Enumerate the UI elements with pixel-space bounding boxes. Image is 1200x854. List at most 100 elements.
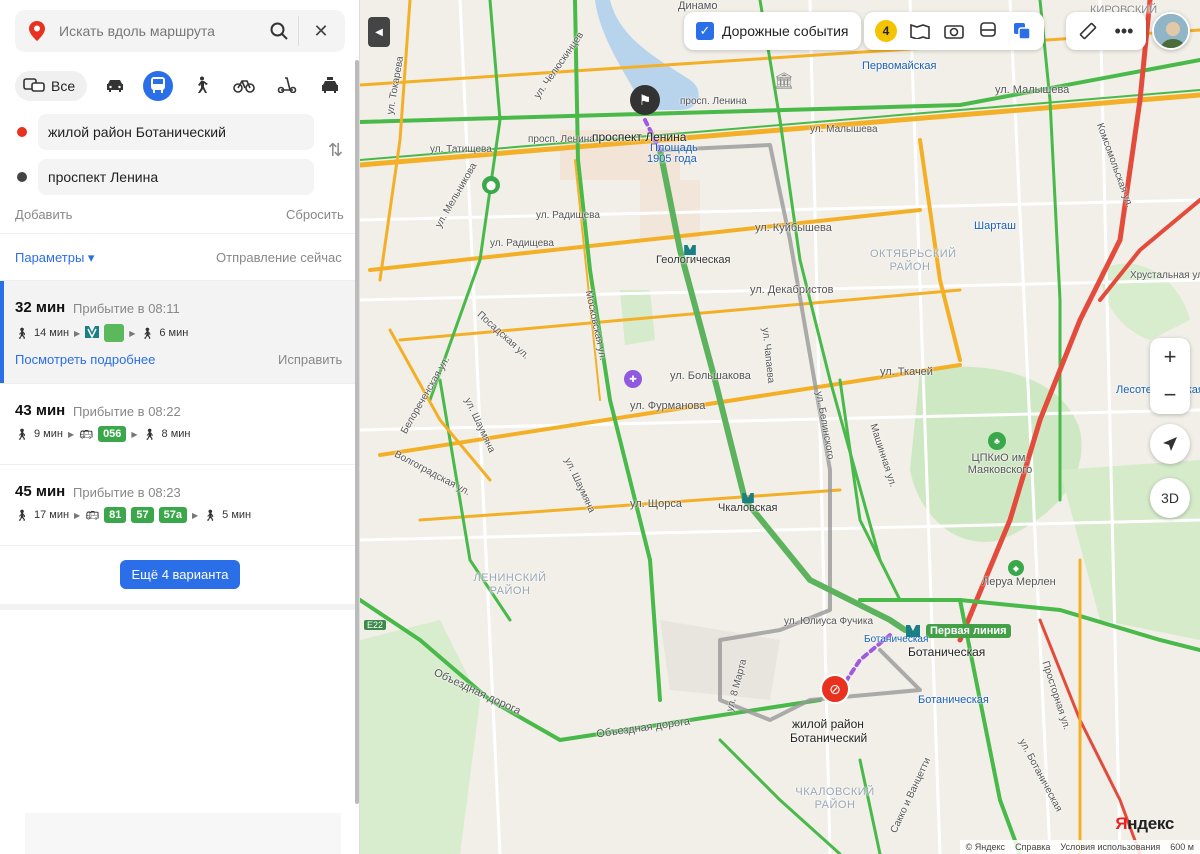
walk-icon: 🚶︎ — [15, 327, 29, 340]
route-option-2[interactable]: 43 мин Прибытие в 08:22 🚶︎ 9 мин ▶ 🚌︎ 05… — [0, 384, 356, 464]
park-poi-icon[interactable]: ⬤ — [482, 176, 500, 194]
bus-icon: 🚌︎ — [79, 428, 94, 441]
layers-icon[interactable] — [1006, 15, 1038, 47]
mode-transit[interactable] — [143, 71, 174, 101]
metro-station-icon[interactable] — [906, 624, 920, 642]
shop-poi-icon[interactable]: ◆ — [1008, 560, 1024, 576]
walk-icon: 🚶︎ — [140, 327, 155, 340]
mode-taxi[interactable] — [315, 71, 345, 101]
walk-icon: 🚶︎ — [203, 509, 218, 522]
copyright-text[interactable]: © Яндекс — [966, 842, 1005, 852]
origin-dot — [17, 127, 27, 137]
map-label-malysheva: ул. Малышева — [995, 84, 1070, 96]
add-point-link[interactable]: Добавить — [15, 207, 72, 222]
location-pin-icon — [15, 21, 59, 41]
destination-pin-icon[interactable]: ⊘ — [820, 674, 850, 704]
navigation-arrow-icon — [1163, 437, 1177, 451]
walk-duration: 6 мин — [159, 327, 189, 339]
pedestrian-icon — [194, 76, 209, 97]
traffic-events-toggle[interactable]: ✓ Дорожные события — [684, 12, 861, 50]
more-icon[interactable]: ••• — [1108, 15, 1140, 47]
walk-duration: 17 мин — [33, 509, 70, 521]
mode-bicycle[interactable] — [229, 71, 259, 101]
metro-line-badge — [104, 324, 125, 342]
taxi-icon — [320, 76, 340, 96]
departure-time[interactable]: Отправление сейчас — [216, 250, 342, 265]
map-label-leroy: Леруа Мерлен — [982, 576, 1056, 588]
walk-duration: 9 мин — [33, 428, 63, 440]
yandex-logo-rest: ндекс — [1127, 814, 1174, 833]
route-fix-link[interactable]: Исправить — [278, 352, 342, 367]
panel-scrollbar[interactable] — [355, 60, 359, 804]
mode-scooter[interactable] — [272, 71, 302, 101]
multimodal-icon — [23, 77, 45, 96]
map-label-kuybysheva: ул. Куйбышева — [755, 222, 832, 234]
map-label-shchorsa: ул. Щорса — [630, 498, 682, 510]
route-arrival: Прибытие в 08:11 — [73, 301, 180, 316]
bus-number-badge: 056 — [98, 426, 127, 442]
route-arrival: Прибытие в 08:22 — [73, 404, 181, 419]
yandex-logo-first-letter: Я — [1115, 814, 1128, 833]
mode-walk[interactable] — [186, 71, 216, 101]
traffic-events-label: Дорожные события — [722, 23, 849, 39]
zoom-in-button[interactable]: + — [1150, 338, 1190, 376]
route-segments: 🚶︎ 17 мин ▶ 🚌︎ 81 57 57а ▶ 🚶︎ 5 мин — [15, 507, 251, 523]
bicycle-icon — [233, 77, 255, 96]
map-label-botanicheskaya-small: Ботаническая — [918, 694, 989, 706]
tree-poi-icon[interactable]: ♣ — [988, 432, 1006, 450]
checkbox-checked-icon[interactable]: ✓ — [696, 22, 714, 40]
sport-poi-icon[interactable]: ✚ — [624, 370, 642, 388]
route-from-field[interactable]: жилой район Ботанический — [38, 114, 314, 150]
route-duration: 43 мин — [15, 402, 66, 419]
walk-icon: 🚶︎ — [15, 509, 29, 522]
map-label-destination-line2: Ботанический — [790, 731, 868, 745]
route-search-box: ✕ — [15, 10, 345, 52]
mode-car[interactable] — [100, 71, 130, 101]
panel-footer — [25, 813, 341, 854]
map-label-lenina-2: просп. Ленина — [528, 134, 595, 145]
more-routes-button[interactable]: Ещё 4 варианта — [120, 560, 240, 589]
user-avatar[interactable] — [1152, 12, 1190, 50]
map-label-dekabristov: ул. Декабристов — [750, 284, 834, 296]
close-icon[interactable]: ✕ — [299, 21, 343, 42]
route-option-1[interactable]: 32 мин Прибытие в 08:11 🚶︎ 14 мин ▶ ▶ 🚶︎… — [0, 281, 356, 383]
map-label-tatishcheva: ул. Татищева — [430, 144, 492, 155]
origin-flag-icon[interactable]: ⚑ — [630, 85, 660, 115]
bus-icon: 🚌︎ — [85, 509, 100, 522]
yandex-logo[interactable]: Яндекс — [1115, 814, 1174, 834]
map-label-chkalovsky: ЧКАЛОВСКИЙ РАЙОН — [795, 786, 875, 811]
route-search-input[interactable] — [59, 23, 259, 39]
camera-icon[interactable] — [938, 15, 970, 47]
panorama-icon[interactable] — [904, 15, 936, 47]
landmark-poi-icon[interactable]: 🏛︎ — [772, 70, 796, 92]
map-canvas[interactable]: Динамо КИРОВСКИЙ Первомайская ул. Малыше… — [360, 0, 1200, 854]
parameters-link[interactable]: Параметры ▾ — [15, 250, 94, 266]
metro-station-icon[interactable] — [684, 242, 696, 260]
map-label-malysheva-2: ул. Малышева — [810, 124, 878, 135]
zoom-out-button[interactable]: − — [1150, 376, 1190, 414]
swap-points-icon[interactable]: ⇅ — [328, 140, 343, 161]
route-to-field[interactable]: проспект Ленина — [38, 159, 314, 195]
terms-link[interactable]: Условия использования — [1060, 842, 1160, 852]
traffic-score-icon[interactable]: 4 — [870, 15, 902, 47]
map-label-lenina: просп. Ленина — [680, 96, 747, 107]
map-label-tkachey: ул. Ткачей — [880, 366, 933, 378]
search-icon[interactable] — [259, 16, 299, 46]
metro-station-icon[interactable] — [742, 490, 754, 508]
route-details-link[interactable]: Посмотреть подробнее — [15, 352, 155, 367]
map-label-fuchika: ул. Юлиуса Фучика — [784, 616, 874, 627]
arrow-icon: ▶ — [131, 429, 138, 439]
collapse-panel-button[interactable]: ◀ — [368, 17, 390, 47]
map-label-square-line2: 1905 года — [647, 153, 697, 165]
route-duration: 45 мин — [15, 483, 66, 500]
geolocation-button[interactable] — [1150, 424, 1190, 464]
view-3d-button[interactable]: 3D — [1150, 478, 1190, 518]
map-label-pervomayskaya: Первомайская — [862, 60, 937, 72]
help-link[interactable]: Справка — [1015, 842, 1050, 852]
reset-link[interactable]: Сбросить — [286, 207, 344, 222]
route-option-3[interactable]: 45 мин Прибытие в 08:23 🚶︎ 17 мин ▶ 🚌︎ 8… — [0, 465, 356, 545]
map-label-shartash: Шарташ — [974, 220, 1016, 232]
transit-layer-icon[interactable] — [972, 15, 1004, 47]
mode-all[interactable]: Все — [15, 71, 88, 101]
ruler-icon[interactable] — [1072, 15, 1104, 47]
